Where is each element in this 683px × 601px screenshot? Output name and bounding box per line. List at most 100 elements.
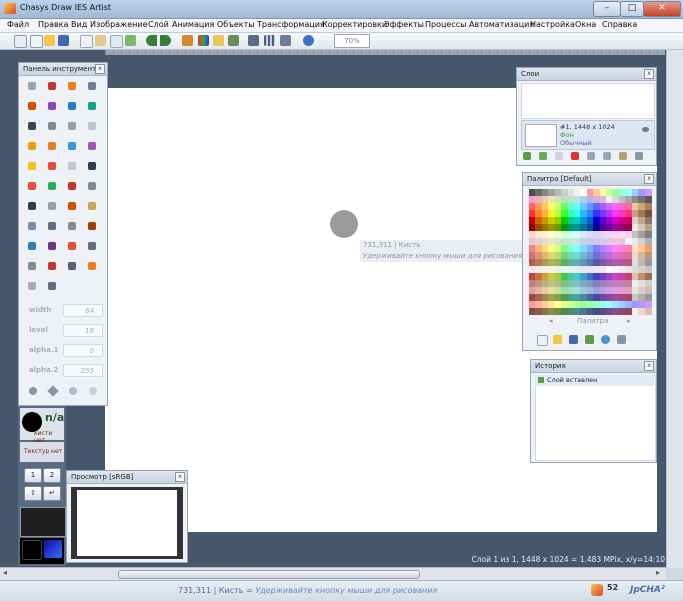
select-icon[interactable] [85,179,99,193]
frame-icon[interactable] [228,35,239,46]
palette-swatch[interactable] [644,196,652,203]
open-icon[interactable] [30,35,43,48]
text-marker-icon[interactable] [25,159,39,173]
forward-arrow-icon[interactable] [160,35,171,46]
text-icon[interactable] [45,219,59,233]
line-icon[interactable] [25,239,39,253]
param-level-value[interactable]: 16 [63,324,103,337]
copy-icon[interactable] [80,35,93,48]
bucket-icon[interactable] [85,199,99,213]
pencil-icon[interactable] [45,79,59,93]
export-icon[interactable] [125,35,136,46]
curve-icon[interactable] [45,239,59,253]
clone-icon[interactable] [45,199,59,213]
layers-panel-close[interactable]: x [644,69,654,79]
menu-settings[interactable]: Настройка [530,20,575,29]
burn-icon[interactable] [45,139,59,153]
palette-swatch[interactable] [644,294,652,301]
palette-swatch[interactable] [644,301,652,308]
menu-layer[interactable]: Слой [148,20,169,29]
palette-swatch[interactable] [644,231,652,238]
menu-processes[interactable]: Процессы [425,20,466,29]
duplicate-icon[interactable] [110,35,123,48]
line-brush-icon[interactable] [25,119,39,133]
pattern-icon[interactable] [85,119,99,133]
color-pair-swatch[interactable] [20,538,64,564]
rotate-icon[interactable] [25,259,39,273]
param-width-value[interactable]: 64 [63,304,103,317]
paste-icon[interactable] [95,35,106,46]
menu-automation[interactable]: Автоматизация [469,20,534,29]
menu-windows[interactable]: Окна [575,20,596,29]
palette-swatch[interactable] [644,245,652,252]
scroll-thumb[interactable] [118,570,420,579]
param-alpha1[interactable]: alpha.1 0 [25,343,105,359]
palette-swatch[interactable] [644,287,652,294]
blur-icon[interactable] [45,119,59,133]
palette-next-button[interactable]: ▸ [627,317,631,325]
menu-image[interactable]: Изображение [90,20,148,29]
spray-icon[interactable] [25,99,39,113]
palette-swatch[interactable] [644,203,652,210]
zoom-field[interactable]: 70% [334,34,370,48]
palette-swatch[interactable] [644,224,652,231]
eyedropper-icon[interactable] [85,79,99,93]
shift-button[interactable]: ⇧ [24,486,42,501]
menu-effects[interactable]: Эффекты [384,20,424,29]
preview-panel-close[interactable]: x [175,472,185,482]
open-palette-icon[interactable] [553,335,562,344]
tools-panel-close[interactable]: x [95,64,105,74]
fullscreen-icon[interactable] [280,35,291,46]
menu-edit[interactable]: Правка [38,20,68,29]
palette-prev-button[interactable]: ◂ [549,317,553,325]
preview-image[interactable] [77,490,177,556]
eraser-icon[interactable] [45,99,59,113]
primary-color-swatch[interactable] [22,540,42,560]
vertical-scrollbar[interactable] [666,50,683,568]
layer-row[interactable]: #1, 1448 x 1024 Фон Обычный [521,120,655,150]
brush-shape-diamond-icon[interactable] [47,385,59,397]
add-layer-icon[interactable] [523,152,531,160]
cube-icon[interactable] [65,259,79,273]
palette-list-icon[interactable] [617,335,626,344]
palette-swatch[interactable] [644,238,652,245]
add-layer-from-icon[interactable] [539,152,547,160]
duplicate-layer-icon[interactable] [555,152,563,160]
crop-icon[interactable] [65,219,79,233]
shapes-icon[interactable] [65,239,79,253]
sharpen-icon[interactable] [65,119,79,133]
param-alpha2[interactable]: alpha.2 255 [25,363,105,379]
horizontal-scrollbar[interactable]: ◂ ▸ [0,567,666,580]
crop-icon[interactable] [248,35,259,46]
brush-shape-soft-icon[interactable] [69,387,77,395]
param-alpha1-value[interactable]: 0 [63,344,103,357]
foreground-color-swatch[interactable] [20,507,66,537]
brush-icon[interactable] [65,79,79,93]
scroll-right-icon[interactable]: ▸ [656,568,660,577]
palette-swatch[interactable] [644,266,652,273]
stamp-icon[interactable] [85,139,99,153]
history-panel-close[interactable]: x [644,361,654,371]
palette-swatch[interactable] [644,308,652,315]
wand-icon[interactable] [182,35,193,46]
new-palette-icon[interactable] [537,335,548,346]
delete-layer-icon[interactable] [571,152,579,160]
minimize-button[interactable]: – [593,1,621,17]
image-icon[interactable] [213,35,224,46]
rect-select-icon[interactable] [25,219,39,233]
move-icon[interactable] [25,79,39,93]
color-swatch-icon[interactable] [85,259,99,273]
palette-swatch[interactable] [644,189,652,196]
smudge-icon[interactable] [85,99,99,113]
add-color-icon[interactable] [585,335,594,344]
brush-selector[interactable]: n/a кисти нет [20,408,64,444]
eye-icon[interactable] [642,127,649,132]
menu-file[interactable]: Файл [7,20,29,29]
hand-icon[interactable] [45,259,59,273]
menu-animation[interactable]: Анимация [172,20,214,29]
refresh-palette-icon[interactable] [601,335,610,344]
horseshoe-icon[interactable] [45,159,59,173]
menu-adjustments[interactable]: Корректировки [322,20,387,29]
frame-tool-icon[interactable] [85,239,99,253]
menu-objects[interactable]: Объекты [217,20,255,29]
